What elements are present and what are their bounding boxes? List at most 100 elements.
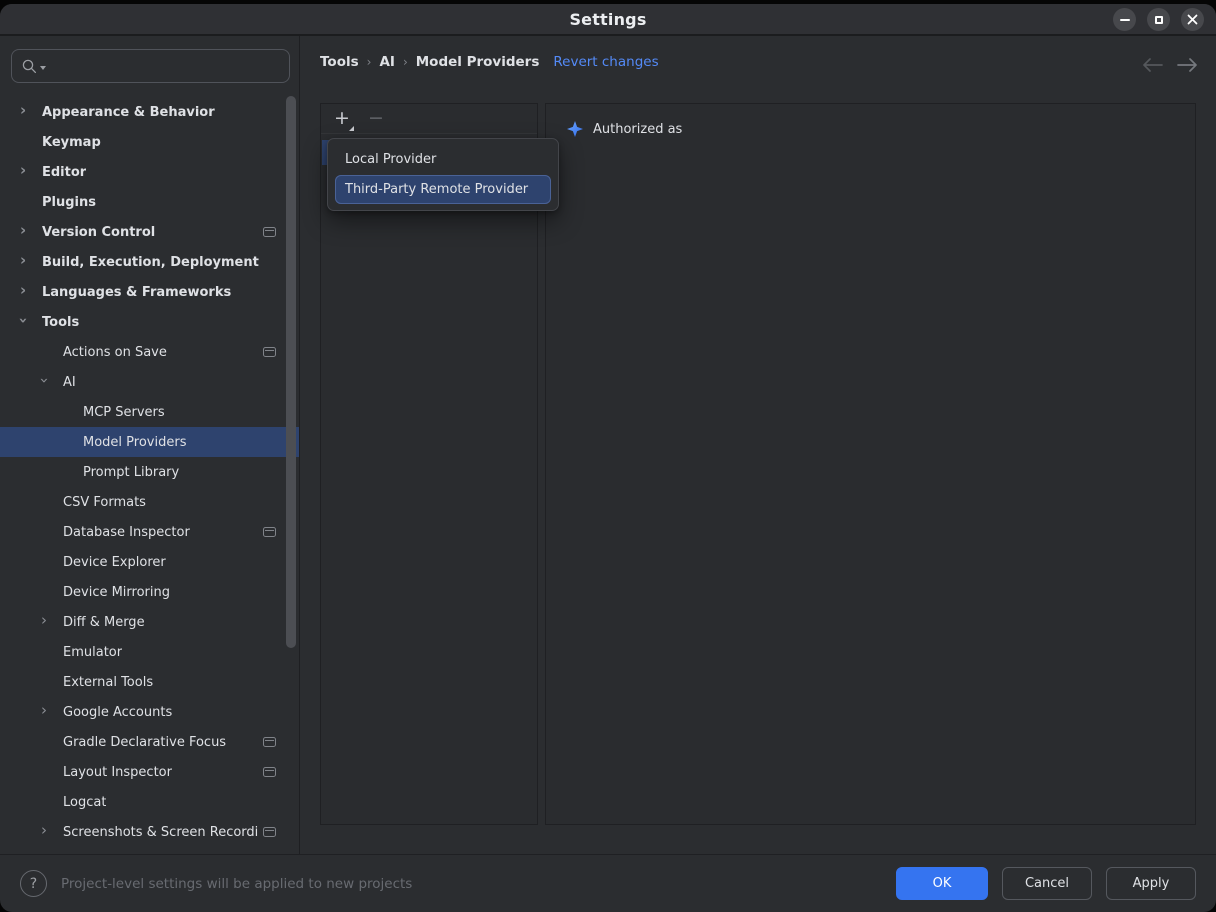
sidebar-item-label: Actions on Save — [63, 345, 167, 360]
sidebar-item[interactable]: Gradle Declarative Focus — [0, 727, 299, 757]
sidebar-item[interactable]: › Google Accounts — [0, 697, 299, 727]
breadcrumb-segment[interactable]: AI — [379, 54, 394, 70]
provider-list-panel: + − — [320, 103, 538, 825]
maximize-button[interactable] — [1147, 8, 1170, 31]
sidebar-item[interactable]: › Diff & Merge — [0, 607, 299, 637]
chevron-right-icon[interactable]: › — [41, 823, 47, 838]
search-options-chevron-icon[interactable] — [40, 66, 46, 70]
sidebar-item[interactable]: Layout Inspector — [0, 757, 299, 787]
help-button[interactable]: ? — [20, 870, 47, 897]
sidebar-item[interactable]: Plugins — [0, 187, 299, 217]
chevron-right-icon[interactable]: › — [20, 223, 26, 238]
ai-sparkle-icon — [567, 121, 583, 137]
add-dropdown-arrow-icon — [349, 126, 354, 131]
sidebar-item-label: Google Accounts — [63, 705, 172, 720]
sidebar-item[interactable]: › AI — [0, 367, 299, 397]
add-icon: + — [334, 107, 350, 129]
sidebar-item-label: CSV Formats — [63, 495, 146, 510]
sidebar-item-label: Diff & Merge — [63, 615, 145, 630]
remove-icon: − — [368, 107, 384, 129]
breadcrumb-segment[interactable]: Tools — [320, 54, 359, 70]
apply-button[interactable]: Apply — [1106, 867, 1196, 900]
sidebar-item-label: Screenshots & Screen Recordi — [63, 825, 258, 840]
search-input[interactable] — [11, 49, 290, 83]
add-provider-popup: Local ProviderThird-Party Remote Provide… — [327, 138, 559, 211]
chevron-right-icon[interactable]: › — [20, 283, 26, 298]
sidebar-item[interactable]: Device Explorer — [0, 547, 299, 577]
sidebar-item[interactable]: Model Providers — [0, 427, 299, 457]
applied-settings-icon — [263, 347, 276, 357]
chevron-down-icon[interactable]: › — [16, 317, 31, 323]
sidebar-scrollbar[interactable] — [286, 96, 296, 648]
sidebar-item[interactable]: External Tools — [0, 667, 299, 697]
sidebar-item[interactable]: › Screenshots & Screen Recordi — [0, 817, 299, 847]
sidebar-item[interactable]: Device Mirroring — [0, 577, 299, 607]
chevron-right-icon[interactable]: › — [41, 613, 47, 628]
sidebar-item[interactable]: › Build, Execution, Deployment — [0, 247, 299, 277]
revert-changes-link[interactable]: Revert changes — [553, 54, 658, 70]
chevron-right-icon[interactable]: › — [20, 103, 26, 118]
sidebar-item-label: Languages & Frameworks — [42, 285, 231, 300]
sidebar-item[interactable]: › Version Control — [0, 217, 299, 247]
sidebar-item-label: Gradle Declarative Focus — [63, 735, 226, 750]
breadcrumb-separator: › — [395, 55, 416, 69]
sidebar-item[interactable]: › Languages & Frameworks — [0, 277, 299, 307]
breadcrumb-segment[interactable]: Model Providers — [416, 54, 540, 70]
provider-list-toolbar: + − — [321, 104, 537, 134]
chevron-right-icon[interactable]: › — [20, 163, 26, 178]
sidebar-item-label: Emulator — [63, 645, 122, 660]
add-provider-button[interactable]: + — [332, 109, 352, 128]
sidebar-item-label: External Tools — [63, 675, 153, 690]
help-icon: ? — [30, 876, 37, 892]
sidebar-item[interactable]: CSV Formats — [0, 487, 299, 517]
sidebar-item[interactable]: MCP Servers — [0, 397, 299, 427]
ok-button[interactable]: OK — [896, 867, 988, 900]
popup-item[interactable]: Third-Party Remote Provider — [335, 175, 551, 204]
applied-settings-icon — [263, 227, 276, 237]
sidebar-item[interactable]: Database Inspector — [0, 517, 299, 547]
window-title: Settings — [569, 10, 646, 29]
history-navigation — [1142, 58, 1198, 72]
sidebar-item[interactable]: Prompt Library — [0, 457, 299, 487]
sidebar-item-label: Version Control — [42, 225, 155, 240]
status-text: Project-level settings will be applied t… — [61, 876, 412, 892]
sidebar-item[interactable]: › Tools — [0, 307, 299, 337]
sidebar-item[interactable]: Emulator — [0, 637, 299, 667]
sidebar-item-label: AI — [63, 375, 76, 390]
authorized-as-row: Authorized as — [567, 121, 682, 137]
sidebar-item-label: Logcat — [63, 795, 106, 810]
sidebar-item-label: Database Inspector — [63, 525, 190, 540]
sidebar-item-label: Build, Execution, Deployment — [42, 255, 259, 270]
forward-arrow-icon[interactable] — [1177, 58, 1198, 72]
sidebar-item-label: Keymap — [42, 135, 101, 150]
applied-settings-icon — [263, 737, 276, 747]
chevron-right-icon[interactable]: › — [41, 703, 47, 718]
close-icon — [1187, 14, 1198, 25]
cancel-button[interactable]: Cancel — [1002, 867, 1092, 900]
sidebar-item[interactable]: Keymap — [0, 127, 299, 157]
sidebar-item[interactable]: Actions on Save — [0, 337, 299, 367]
sidebar-item-label: Editor — [42, 165, 86, 180]
search-icon — [21, 58, 38, 75]
popup-item[interactable]: Local Provider — [335, 145, 551, 174]
sidebar-item[interactable]: › Editor — [0, 157, 299, 187]
titlebar[interactable]: Settings — [0, 4, 1216, 36]
sidebar-item-label: Tools — [42, 315, 79, 330]
maximize-icon — [1155, 16, 1163, 24]
sidebar: ›Appearance & Behavior Keymap › Editor Plugi… — [0, 36, 300, 854]
authorized-as-label: Authorized as — [593, 122, 682, 137]
sidebar-item-label: Plugins — [42, 195, 96, 210]
remove-provider-button[interactable]: − — [366, 109, 386, 128]
back-arrow-icon[interactable] — [1142, 58, 1163, 72]
minimize-button[interactable] — [1113, 8, 1136, 31]
applied-settings-icon — [263, 827, 276, 837]
close-button[interactable] — [1181, 8, 1204, 31]
breadcrumb-separator: › — [359, 55, 380, 69]
breadcrumb: Tools›AI›Model ProvidersRevert changes — [320, 54, 659, 70]
chevron-down-icon[interactable]: › — [37, 378, 52, 384]
window-controls — [1113, 8, 1204, 31]
sidebar-item-label: Layout Inspector — [63, 765, 172, 780]
sidebar-item[interactable]: ›Appearance & Behavior — [0, 97, 299, 127]
chevron-right-icon[interactable]: › — [20, 253, 26, 268]
sidebar-item[interactable]: Logcat — [0, 787, 299, 817]
